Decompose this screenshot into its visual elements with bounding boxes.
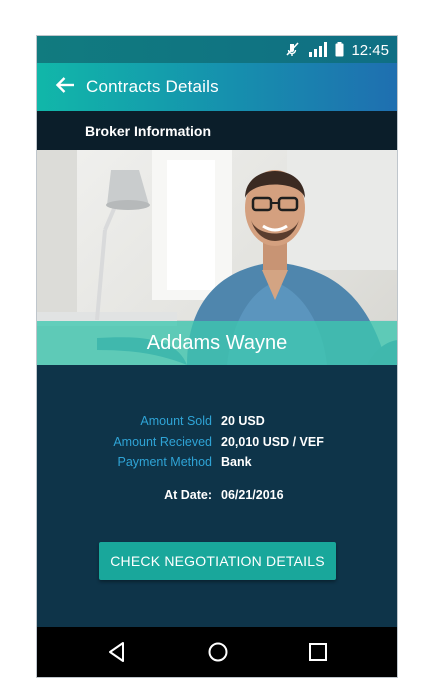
section-title: Broker Information: [85, 123, 212, 139]
at-date-value: 06/21/2016: [221, 488, 284, 502]
broker-name-band: Addams Wayne: [37, 321, 397, 365]
mute-icon: [285, 41, 301, 60]
battery-icon: [335, 41, 344, 60]
payment-method-label: Payment Method: [117, 455, 213, 469]
status-time: 12:45: [351, 42, 389, 59]
status-bar: 12:45: [37, 36, 397, 63]
payment-method-value: Bank: [221, 455, 252, 469]
signal-icon: [308, 41, 328, 60]
app-bar: Contracts Details: [37, 63, 397, 111]
page-title: Contracts Details: [86, 77, 219, 96]
amount-received-row: Amount Recieved 20,010 USD / VEF: [37, 435, 397, 455]
broker-photo: Addams Wayne: [37, 150, 397, 365]
amount-sold-row: Amount Sold 20 USD: [37, 414, 397, 434]
nav-back-icon[interactable]: [105, 640, 129, 664]
amount-sold-label: Amount Sold: [140, 414, 212, 428]
section-header: Broker Information: [37, 111, 397, 150]
at-date-label: At Date:: [164, 488, 212, 502]
phone-frame: 12:45 Contracts Details Broker Informati…: [36, 35, 398, 678]
amount-received-value: 20,010 USD / VEF: [221, 435, 324, 449]
arrow-left-icon: [55, 76, 75, 99]
amount-received-label: Amount Recieved: [113, 435, 212, 449]
navigation-bar: [37, 627, 397, 677]
broker-name: Addams Wayne: [146, 331, 288, 354]
amount-sold-value: 20 USD: [221, 414, 265, 428]
payment-method-row: Payment Method Bank: [37, 455, 397, 475]
at-date-row: At Date: 06/21/2016: [37, 488, 397, 508]
check-negotiation-details-button[interactable]: CHECK NEGOTIATION DETAILS: [99, 542, 336, 580]
status-icons: 12:45: [285, 41, 389, 60]
nav-recents-icon[interactable]: [306, 640, 330, 664]
back-button[interactable]: [52, 74, 78, 100]
nav-home-icon[interactable]: [206, 640, 230, 664]
